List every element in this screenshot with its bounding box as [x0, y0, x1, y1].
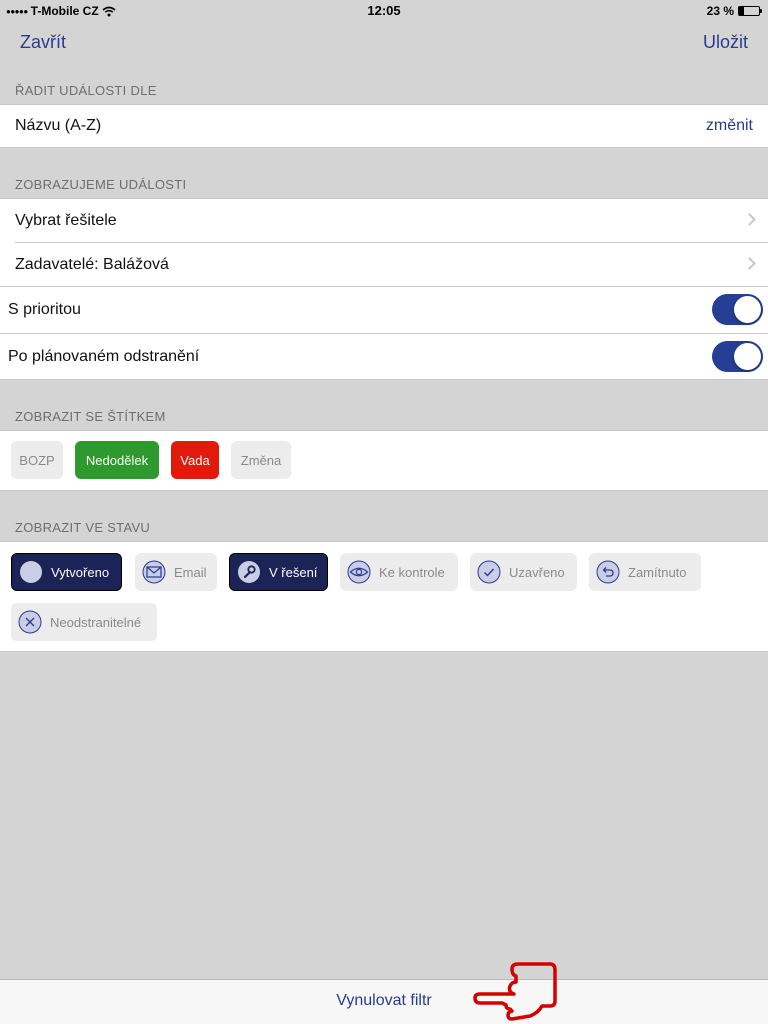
envelope-icon: [142, 560, 166, 584]
pointing-hand-icon: [473, 962, 557, 1021]
states-group: Vytvořeno Email V řešení Ke kontrole Uza…: [0, 541, 768, 652]
circle-icon: [20, 561, 42, 583]
x-circle-icon: [18, 610, 42, 634]
checkmark-icon: [477, 560, 501, 584]
close-button[interactable]: Zavřít: [20, 32, 66, 53]
eye-icon: [347, 560, 371, 584]
sort-section-header: ŘADIT UDÁLOSTI DLE: [15, 83, 157, 98]
tag-zmena[interactable]: Změna: [231, 441, 291, 479]
toggle-knob: [734, 296, 761, 323]
state-label: Email: [174, 564, 207, 580]
priority-row: S prioritou: [0, 287, 768, 333]
sort-value: Názvu (A-Z): [15, 117, 102, 134]
priority-label: S prioritou: [8, 301, 81, 318]
chevron-right-icon: [743, 213, 756, 226]
sort-group: Názvu (A-Z) změnit: [0, 104, 768, 148]
select-solver-label: Vybrat řešitele: [15, 211, 117, 229]
tag-bozp[interactable]: BOZP: [11, 441, 63, 479]
planned-removal-label: Po plánovaném odstranění: [8, 348, 200, 365]
assigners-label: Zadavatelé: Balážová: [15, 255, 169, 273]
display-group: Vybrat řešitele Zadavatelé: Balážová S p…: [0, 198, 768, 380]
wrench-icon: [238, 561, 260, 583]
planned-removal-row: Po plánovaném odstranění: [0, 334, 768, 380]
state-label: Uzavřeno: [509, 564, 565, 580]
change-sort-link[interactable]: změnit: [706, 117, 753, 135]
state-in-progress[interactable]: V řešení: [229, 553, 328, 591]
state-unremovable[interactable]: Neodstranitelné: [11, 603, 157, 641]
state-created[interactable]: Vytvořeno: [11, 553, 122, 591]
tag-nedodelek[interactable]: Nedodělek: [75, 441, 159, 479]
status-bar: ●●●●● T-Mobile CZ 12:05 23 %: [0, 0, 768, 20]
assigners-row[interactable]: Zadavatelé: Balážová: [0, 243, 768, 286]
toggle-knob: [734, 343, 761, 370]
undo-arrow-icon: [596, 560, 620, 584]
battery-status: 23 %: [706, 4, 762, 18]
state-rejected[interactable]: Zamítnuto: [589, 553, 701, 591]
display-section-header: ZOBRAZUJEME UDÁLOSTI: [15, 177, 187, 192]
state-label: Vytvořeno: [51, 564, 110, 580]
battery-level: [739, 7, 744, 15]
state-label: V řešení: [269, 564, 318, 580]
chevron-right-icon: [743, 257, 756, 270]
state-email[interactable]: Email: [135, 553, 217, 591]
select-solver-row[interactable]: Vybrat řešitele: [0, 199, 768, 242]
reset-filter-button[interactable]: Vynulovat filtr: [0, 992, 768, 1010]
tags-section-header: ZOBRAZIT SE ŠTÍTKEM: [15, 409, 166, 424]
state-label: Zamítnuto: [628, 564, 687, 580]
priority-toggle[interactable]: [712, 294, 763, 325]
clock: 12:05: [367, 3, 401, 18]
battery-percent: 23 %: [706, 4, 734, 18]
state-label: Neodstranitelné: [50, 614, 142, 630]
sort-row[interactable]: Názvu (A-Z): [0, 105, 768, 147]
save-button[interactable]: Uložit: [703, 32, 748, 53]
state-review[interactable]: Ke kontrole: [340, 553, 458, 591]
battery-icon: [738, 6, 762, 16]
tags-group: BOZP Nedodělek Vada Změna: [0, 430, 768, 491]
tag-vada[interactable]: Vada: [171, 441, 219, 479]
states-section-header: ZOBRAZIT VE STAVU: [15, 520, 151, 535]
state-closed[interactable]: Uzavřeno: [470, 553, 577, 591]
state-label: Ke kontrole: [379, 564, 445, 580]
planned-removal-toggle[interactable]: [712, 341, 763, 372]
